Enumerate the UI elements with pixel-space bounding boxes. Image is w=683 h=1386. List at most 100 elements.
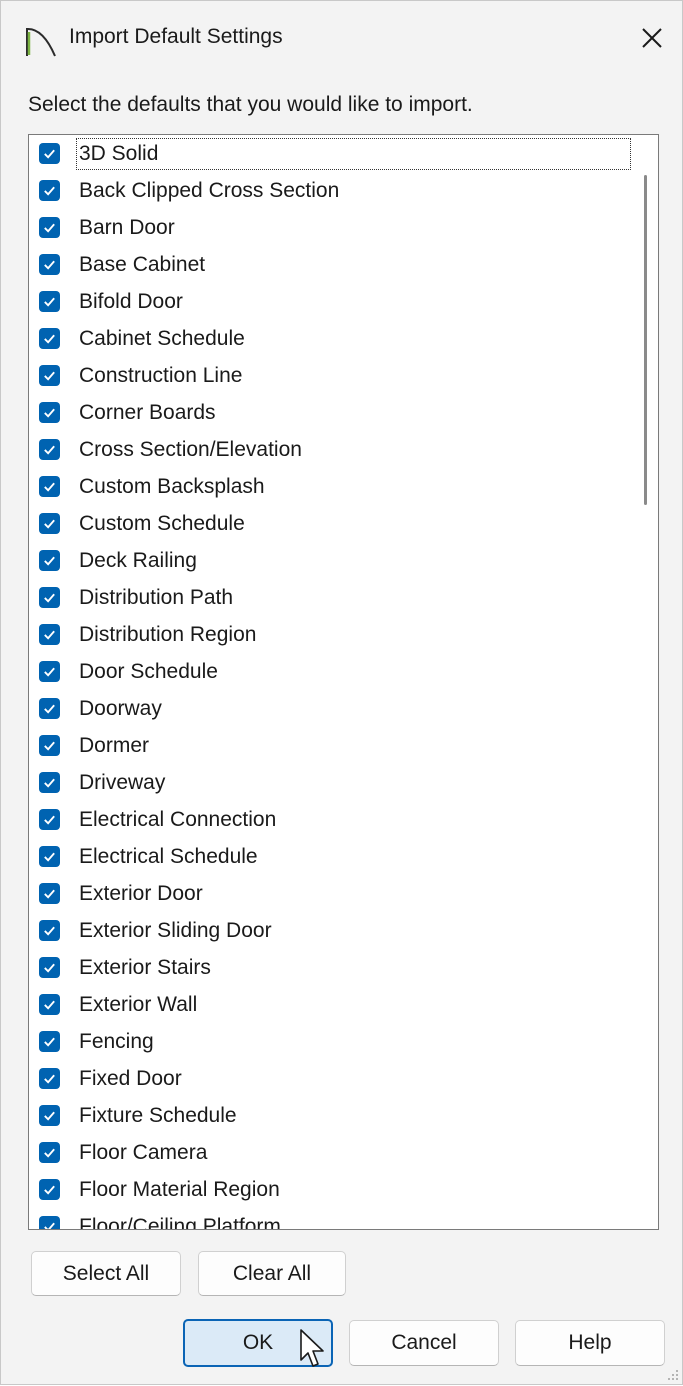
checkbox[interactable] (39, 1216, 60, 1229)
list-item[interactable]: Cross Section/Elevation (29, 431, 633, 468)
defaults-listbox[interactable]: 3D Solid Back Clipped Cross Section Barn D… (28, 134, 659, 1230)
import-default-settings-dialog: Import Default Settings Select the defau… (0, 0, 683, 1385)
checkbox[interactable] (39, 1142, 60, 1163)
checkmark-icon (44, 926, 55, 936)
list-item[interactable]: Door Schedule (29, 653, 633, 690)
vertical-scrollbar[interactable] (634, 135, 658, 1229)
list-item-label: Fixed Door (79, 1066, 182, 1090)
checkmark-icon (44, 223, 55, 233)
close-icon (641, 27, 663, 54)
arc-logo-icon (23, 23, 59, 59)
checkbox[interactable] (39, 402, 60, 423)
close-button[interactable] (622, 1, 682, 79)
checkmark-icon (44, 519, 55, 529)
checkbox[interactable] (39, 476, 60, 497)
checkbox[interactable] (39, 1068, 60, 1089)
list-item[interactable]: Driveway (29, 764, 633, 801)
list-item[interactable]: Exterior Sliding Door (29, 912, 633, 949)
checkmark-icon (44, 704, 55, 714)
help-button[interactable]: Help (515, 1320, 665, 1366)
list-item[interactable]: Base Cabinet (29, 246, 633, 283)
list-item-label: Distribution Path (79, 585, 234, 609)
checkbox[interactable] (39, 143, 60, 164)
list-item[interactable]: Electrical Connection (29, 801, 633, 838)
checkbox[interactable] (39, 365, 60, 386)
list-item[interactable]: Floor Material Region (29, 1171, 633, 1208)
list-item[interactable]: Distribution Region (29, 616, 633, 653)
scroll-thumb[interactable] (644, 175, 647, 505)
list-item-label: 3D Solid (79, 141, 159, 165)
checkmark-icon (44, 593, 55, 603)
checkmark-icon (44, 889, 55, 899)
list-item[interactable]: Corner Boards (29, 394, 633, 431)
checkbox[interactable] (39, 513, 60, 534)
list-item[interactable]: Exterior Door (29, 875, 633, 912)
checkbox[interactable] (39, 994, 60, 1015)
list-item[interactable]: Exterior Wall (29, 986, 633, 1023)
list-item[interactable]: Fixture Schedule (29, 1097, 633, 1134)
list-item[interactable]: Electrical Schedule (29, 838, 633, 875)
list-item-label: Doorway (79, 696, 162, 720)
checkbox[interactable] (39, 809, 60, 830)
list-item-label: Floor Camera (79, 1140, 208, 1164)
list-item-label: Custom Backsplash (79, 474, 265, 498)
list-item[interactable]: Exterior Stairs (29, 949, 633, 986)
list-item-label: Barn Door (79, 215, 175, 239)
checkbox[interactable] (39, 180, 60, 201)
list-item[interactable]: Custom Schedule (29, 505, 633, 542)
window-title: Import Default Settings (69, 25, 283, 48)
list-item-label: Floor Material Region (79, 1177, 280, 1201)
checkbox[interactable] (39, 698, 60, 719)
checkbox[interactable] (39, 217, 60, 238)
list-item[interactable]: Fencing (29, 1023, 633, 1060)
checkmark-icon (44, 408, 55, 418)
checkmark-icon (44, 1000, 55, 1010)
list-item[interactable]: Back Clipped Cross Section (29, 172, 633, 209)
checkbox[interactable] (39, 439, 60, 460)
list-item-label: Fixture Schedule (79, 1103, 237, 1127)
cancel-button[interactable]: Cancel (349, 1320, 499, 1366)
checkbox[interactable] (39, 328, 60, 349)
checkmark-icon (44, 852, 55, 862)
resize-grip-icon[interactable] (665, 1367, 679, 1381)
checkmark-icon (44, 149, 55, 159)
checkbox[interactable] (39, 1105, 60, 1126)
checkmark-icon (44, 445, 55, 455)
list-item[interactable]: Construction Line (29, 357, 633, 394)
checkmark-icon (44, 815, 55, 825)
list-item-label: Cabinet Schedule (79, 326, 245, 350)
list-item[interactable]: Cabinet Schedule (29, 320, 633, 357)
checkbox[interactable] (39, 772, 60, 793)
checkbox[interactable] (39, 291, 60, 312)
list-item[interactable]: Bifold Door (29, 283, 633, 320)
checkbox[interactable] (39, 254, 60, 275)
list-item[interactable]: Dormer (29, 727, 633, 764)
checkbox[interactable] (39, 957, 60, 978)
select-all-button[interactable]: Select All (31, 1251, 181, 1296)
list-item[interactable]: Floor/Ceiling Platform (29, 1208, 633, 1229)
list-item-label: Distribution Region (79, 622, 257, 646)
checkbox[interactable] (39, 624, 60, 645)
checkbox[interactable] (39, 920, 60, 941)
list-item[interactable]: Fixed Door (29, 1060, 633, 1097)
list-item[interactable]: Distribution Path (29, 579, 633, 616)
list-item[interactable]: Deck Railing (29, 542, 633, 579)
mouse-pointer-icon (298, 1328, 328, 1372)
checkbox[interactable] (39, 661, 60, 682)
list-item[interactable]: Custom Backsplash (29, 468, 633, 505)
list-item[interactable]: Barn Door (29, 209, 633, 246)
clear-all-button[interactable]: Clear All (198, 1251, 346, 1296)
list-item-label: Electrical Connection (79, 807, 277, 831)
list-item[interactable]: 3D Solid (29, 135, 633, 172)
checkmark-icon (44, 482, 55, 492)
checkbox[interactable] (39, 883, 60, 904)
checkbox[interactable] (39, 587, 60, 608)
checkbox[interactable] (39, 735, 60, 756)
checkbox[interactable] (39, 1179, 60, 1200)
list-item[interactable]: Floor Camera (29, 1134, 633, 1171)
title-bar[interactable]: Import Default Settings (1, 1, 682, 79)
checkbox[interactable] (39, 846, 60, 867)
checkbox[interactable] (39, 550, 60, 571)
checkbox[interactable] (39, 1031, 60, 1052)
list-item[interactable]: Doorway (29, 690, 633, 727)
